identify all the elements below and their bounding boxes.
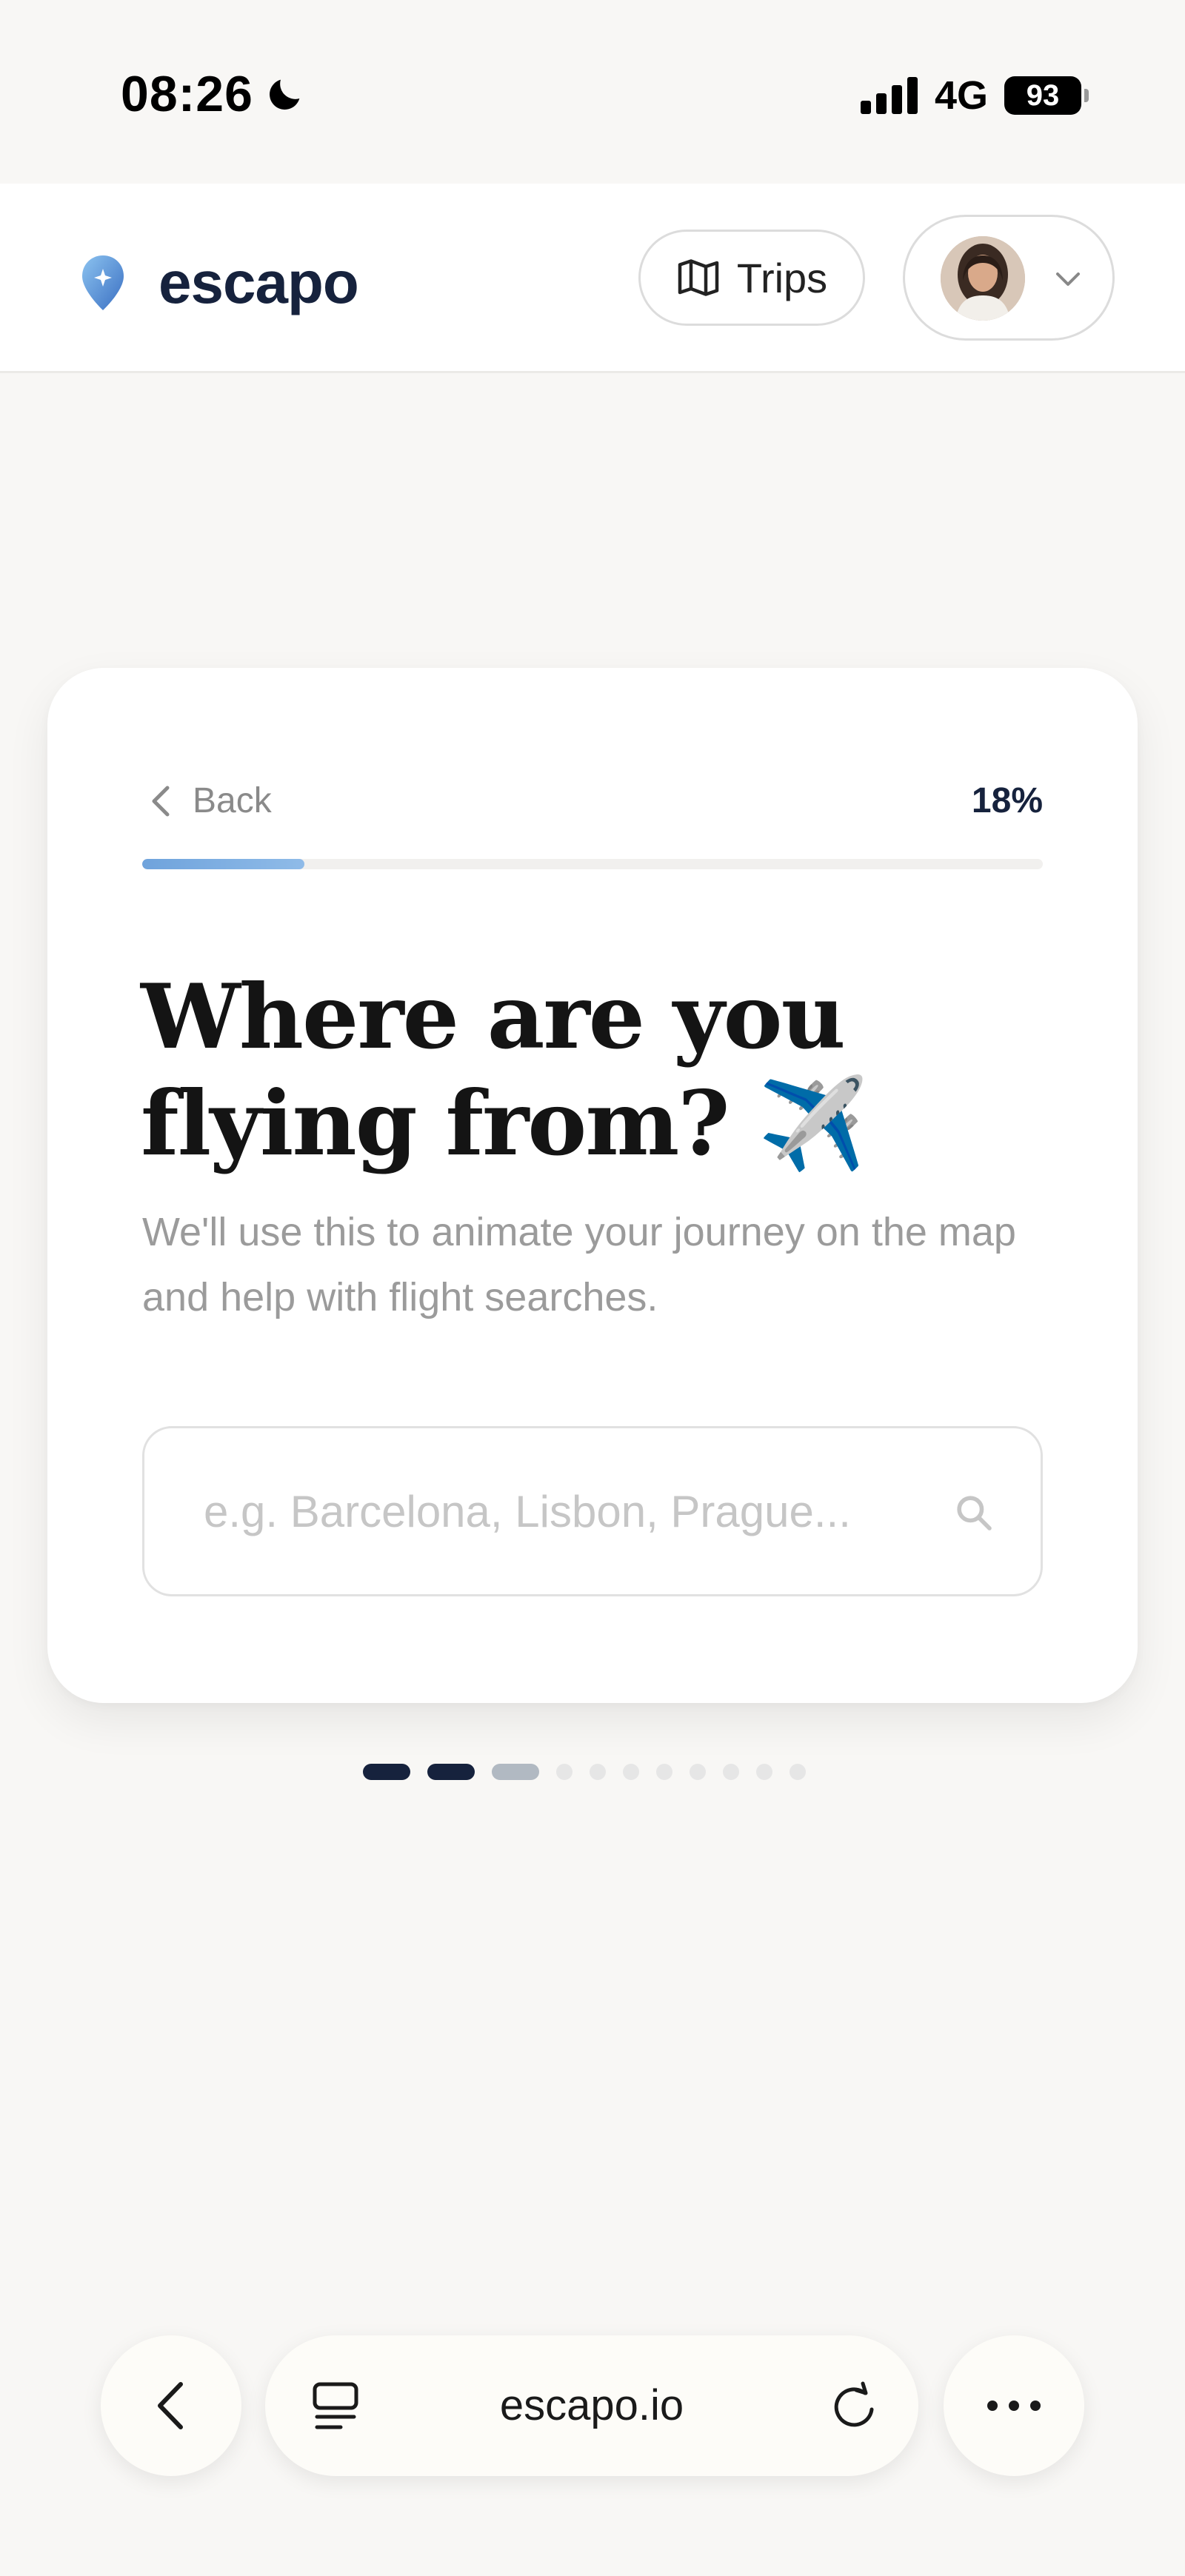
progress-percent: 18%	[971, 781, 1043, 820]
reload-icon[interactable]	[830, 2380, 878, 2432]
avatar	[941, 236, 1025, 321]
network-label: 4G	[934, 73, 988, 118]
app-header: escapo Trips	[0, 184, 1185, 373]
avatar-photo	[941, 236, 1025, 321]
battery-level: 93	[1026, 78, 1060, 112]
trips-button[interactable]: Trips	[638, 230, 865, 326]
step-dot-todo	[590, 1764, 606, 1780]
chevron-left-icon	[152, 786, 170, 816]
origin-input-field	[142, 1426, 1043, 1596]
step-indicator	[363, 1764, 806, 1780]
browser-back-button[interactable]	[101, 2335, 241, 2476]
step-dot-todo	[623, 1764, 639, 1780]
map-icon	[678, 259, 719, 296]
back-label: Back	[193, 781, 272, 820]
question-subtitle: We'll use this to animate your journey o…	[142, 1210, 1016, 1319]
step-dot-done	[363, 1764, 410, 1780]
moon-icon	[269, 79, 300, 110]
location-pin-logo-icon	[82, 255, 124, 310]
search-icon	[957, 1496, 992, 1530]
step-dot-todo	[556, 1764, 573, 1780]
chevron-down-icon	[1056, 272, 1080, 286]
status-time-text: 08:26	[121, 66, 253, 122]
step-dot-todo	[756, 1764, 772, 1780]
status-bar: 08:26 4G 93	[0, 0, 1185, 184]
more-options-button[interactable]	[944, 2335, 1084, 2476]
chevron-left-icon	[158, 2382, 183, 2429]
onboarding-card: Back 18% Where are you flying from? ✈️ W…	[47, 668, 1138, 1703]
address-bar[interactable]: escapo.io	[265, 2335, 918, 2476]
brand-name: escapo	[158, 250, 359, 315]
battery-icon: 93	[1004, 76, 1089, 115]
profile-menu-button[interactable]	[903, 215, 1115, 341]
question-title: Where are you flying from? ✈️	[141, 965, 869, 1176]
origin-city-input[interactable]	[144, 1428, 1041, 1594]
progress-fill	[142, 859, 304, 869]
step-dot-todo	[656, 1764, 672, 1780]
trips-label: Trips	[736, 254, 828, 301]
url-text: escapo.io	[499, 2381, 684, 2429]
step-dot-todo	[790, 1764, 806, 1780]
progress-bar	[142, 859, 1043, 869]
step-dot-todo	[690, 1764, 706, 1780]
step-dot-todo	[723, 1764, 739, 1780]
status-indicators: 4G 93	[860, 73, 1089, 118]
back-button[interactable]: Back	[148, 780, 272, 821]
brand-logo[interactable]: escapo	[80, 249, 359, 317]
step-dot-done	[427, 1764, 475, 1780]
more-icon	[987, 2401, 1041, 2411]
signal-icon	[860, 77, 918, 114]
status-time: 08:26	[121, 65, 307, 123]
step-dot-current	[492, 1764, 539, 1780]
